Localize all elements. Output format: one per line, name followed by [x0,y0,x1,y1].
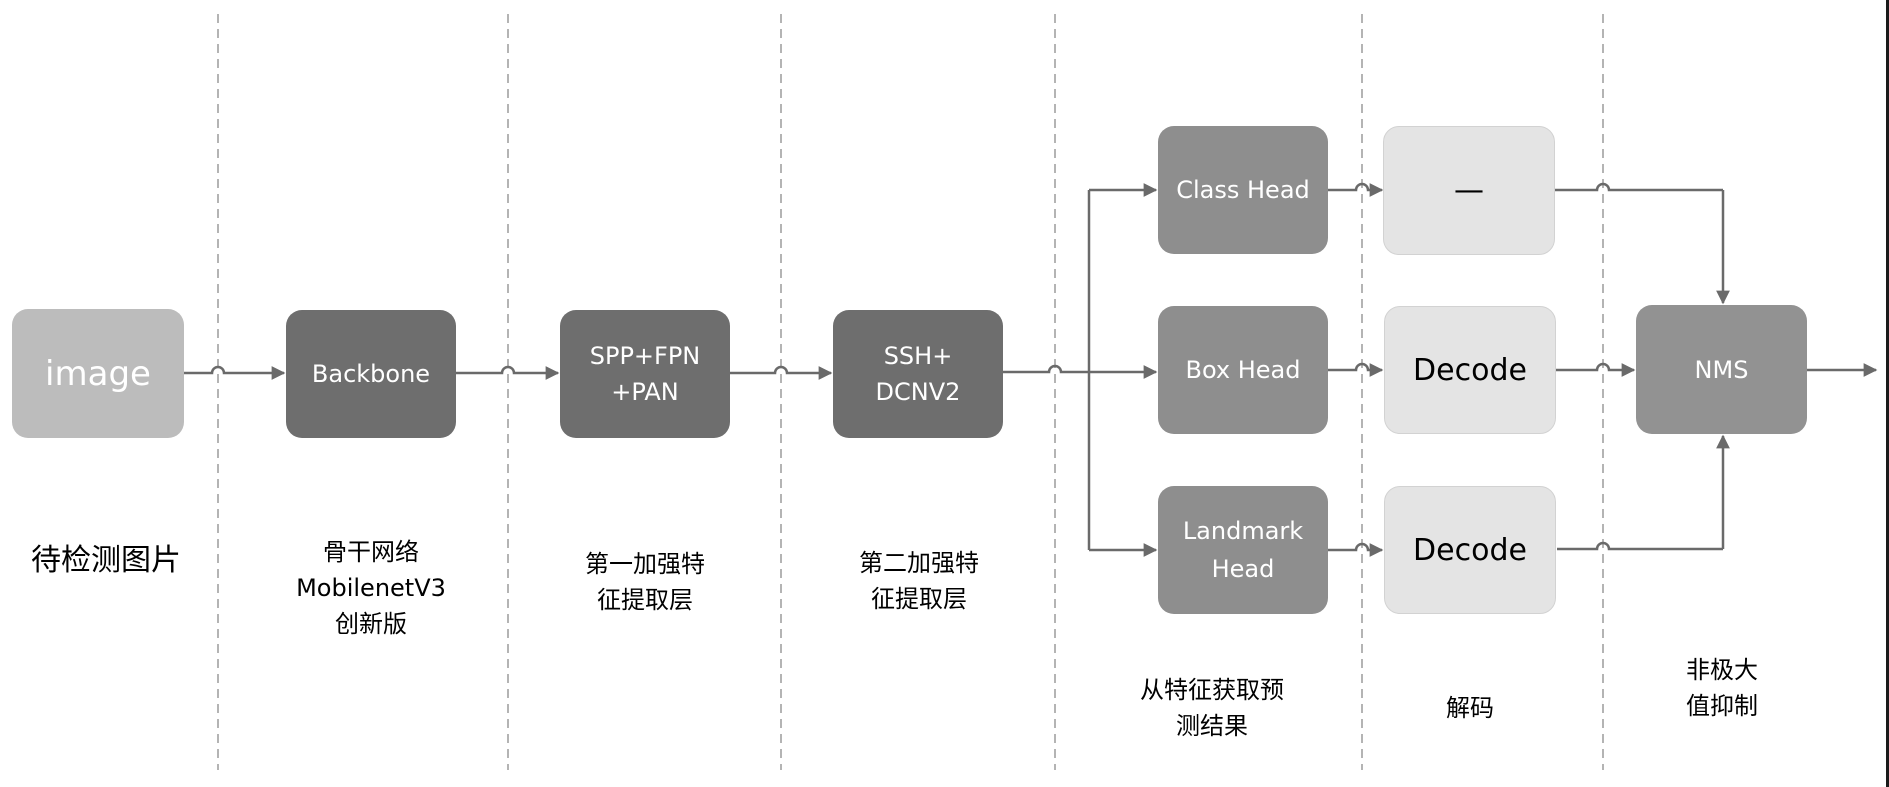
landmark-head-label-line1: Landmark [1182,517,1304,545]
box-head-node: Box Head [1158,306,1328,434]
landmark-decode-label: Decode [1413,532,1527,568]
class-head-label: Class Head [1176,176,1310,204]
nms-node-label: NMS [1694,355,1749,384]
caption-backbone-line3: 创新版 [335,610,407,638]
box-decode-node: Decode [1384,306,1556,434]
ssh-node-label-line1: SSH+ [883,342,953,370]
backbone-node-label: Backbone [311,360,431,388]
ssh-dcnv2-node: SSH+ DCNV2 [833,310,1003,438]
spp-fpn-pan-node: SPP+FPN +PAN [560,310,730,438]
ssh-node-label-line2: DCNV2 [875,378,961,406]
arrow-landmark-head-to-landmark-decode [1327,542,1384,557]
arrow-image-to-backbone [184,365,286,380]
box-decode-label: Decode [1413,352,1527,388]
line-class-decode-to-nms [1555,182,1723,192]
box-head-label: Box Head [1185,356,1301,384]
class-decode-node: — [1383,126,1555,255]
caption-decode: 解码 [1446,690,1494,726]
spp-node-label-line2: +PAN [611,378,679,406]
caption-input-line1: 待检测图片 [31,543,181,578]
nms-node: NMS [1636,305,1807,434]
caption-backbone: 骨干网络 MobilenetV3 创新版 [296,534,446,642]
spp-node-label-line1: SPP+FPN [589,342,701,370]
arrow-ssh-to-box-head [1003,364,1158,379]
caption-nms-line2: 值抑制 [1686,692,1758,720]
class-head-node: Class Head [1158,126,1328,254]
image-node-label: image [45,353,151,394]
caption-heads: 从特征获取预 测结果 [1140,672,1284,744]
caption-enhance1-line1: 第一加强特 [585,550,705,578]
line-landmark-decode-to-nms [1557,541,1723,551]
arrow-spp-to-ssh [730,365,833,380]
caption-enhance1: 第一加强特 征提取层 [585,546,705,618]
arrow-box-head-to-box-decode [1328,362,1384,377]
caption-nms: 非极大 值抑制 [1686,652,1758,724]
caption-enhance2-line1: 第二加强特 [859,549,979,577]
landmark-decode-node: Decode [1384,486,1556,614]
landmark-head-label-line2: Head [1211,555,1275,583]
caption-backbone-line1: 骨干网络 [323,538,419,566]
caption-nms-line1: 非极大 [1686,656,1758,684]
caption-enhance2-line2: 征提取层 [871,585,967,613]
caption-enhance2: 第二加强特 征提取层 [859,545,979,617]
caption-heads-line2: 测结果 [1176,712,1248,740]
arrow-box-decode-to-nms [1556,362,1636,377]
backbone-node: Backbone [286,310,456,438]
caption-backbone-line2: MobilenetV3 [296,574,446,602]
caption-decode-line1: 解码 [1446,694,1494,722]
image-input-node: image [12,309,184,438]
arrow-backbone-to-spp [456,365,560,380]
caption-heads-line1: 从特征获取预 [1140,676,1284,704]
arrow-class-head-to-class-decode [1328,182,1384,197]
caption-input: 待检测图片 [31,543,181,579]
landmark-head-node: Landmark Head [1158,486,1328,614]
caption-enhance1-line2: 征提取层 [597,586,693,614]
class-decode-label: — [1454,173,1484,208]
